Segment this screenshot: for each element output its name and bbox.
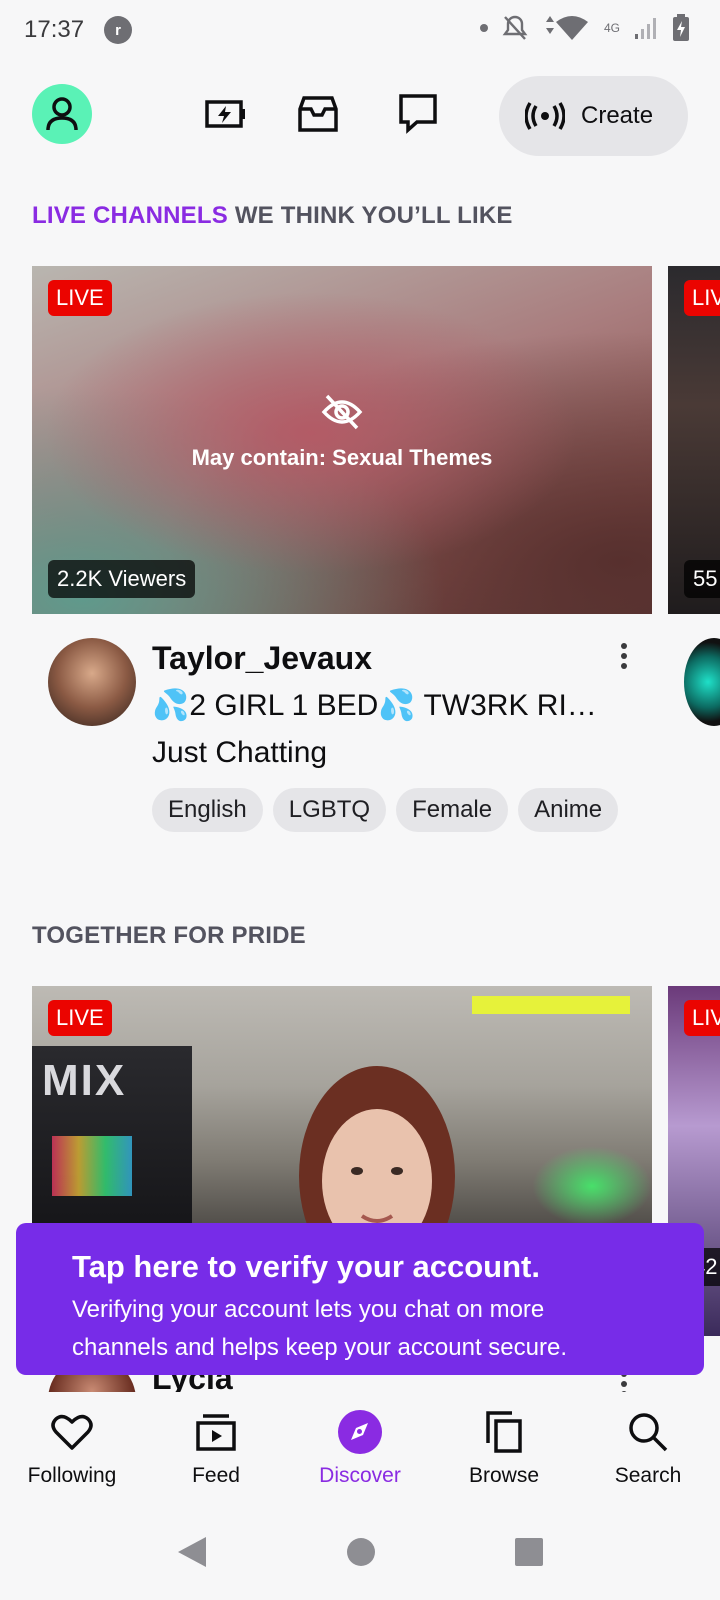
nav-label: Feed: [192, 1464, 240, 1487]
feed-icon: [196, 1414, 236, 1451]
create-button[interactable]: Create: [499, 76, 688, 156]
nav-following[interactable]: Following: [0, 1392, 144, 1504]
tag[interactable]: Female: [396, 788, 509, 832]
rgb-lights: [52, 1136, 132, 1196]
status-icons: 4G: [479, 14, 690, 42]
signal-icon: [635, 18, 656, 39]
back-icon[interactable]: [176, 1535, 208, 1569]
channel-avatar-peek[interactable]: [684, 638, 720, 726]
inbox-icon: [298, 96, 338, 132]
whispers-button[interactable]: [396, 92, 440, 136]
top-bar: Create: [0, 72, 720, 160]
broadcast-icon: [525, 102, 565, 130]
verify-account-banner[interactable]: Tap here to verify your account. Verifyi…: [16, 1223, 704, 1375]
nav-label: Browse: [468, 1464, 540, 1487]
recents-icon[interactable]: [514, 1537, 544, 1567]
status-bar: 17:37 r 4G: [0, 0, 720, 60]
tag[interactable]: Anime: [518, 788, 619, 832]
section-title-pride: TOGETHER FOR PRIDE: [32, 922, 306, 949]
viewer-count: 2.2K Viewers: [48, 560, 196, 598]
nav-discover[interactable]: Discover: [288, 1392, 432, 1504]
stream-category[interactable]: Just Chatting: [152, 736, 327, 770]
notifications-off-icon: [502, 15, 528, 40]
dot-icon: [479, 24, 488, 32]
home-icon[interactable]: [346, 1537, 376, 1567]
app-notification-icon: r: [104, 16, 133, 44]
system-navigation: [0, 1504, 720, 1600]
stream-title: 💦2 GIRL 1 BED💦 TW3RK RI…: [152, 689, 597, 722]
prime-loot-button[interactable]: [204, 92, 248, 136]
chat-bubble-icon: [399, 94, 437, 134]
heart-icon: [51, 1414, 93, 1450]
eye-off-icon: [321, 394, 363, 430]
viewer-count: 55: [684, 560, 720, 598]
content-warning-label: May contain: Sexual Themes: [191, 445, 493, 470]
content-warning: May contain: Sexual Themes: [32, 394, 652, 471]
nav-label: Search: [614, 1464, 682, 1487]
nav-browse[interactable]: Browse: [432, 1392, 576, 1504]
verify-body: Verifying your account lets you chat on …: [72, 1291, 704, 1367]
channel-name: Taylor_Jevaux: [152, 640, 372, 676]
network-type: 4G: [603, 21, 620, 35]
status-time: 17:37: [24, 16, 85, 43]
live-badge: LIV: [684, 1000, 720, 1036]
chat-overlay: [472, 996, 630, 1014]
user-icon: [46, 97, 78, 131]
search-icon: [629, 1413, 668, 1452]
nav-label: Discover: [319, 1464, 401, 1487]
more-options-button[interactable]: [610, 638, 638, 674]
stream-thumbnail-peek-1[interactable]: LIV 55: [668, 266, 720, 614]
streamer-image: [299, 1066, 455, 1236]
nav-search[interactable]: Search: [576, 1392, 720, 1504]
tag[interactable]: LGBTQ: [272, 788, 387, 832]
live-badge: LIV: [684, 280, 720, 316]
bottom-navigation: Following Feed Discover Browse Search: [0, 1392, 720, 1504]
live-badge: LIVE: [48, 1000, 112, 1036]
nav-label: Following: [27, 1464, 117, 1487]
inbox-button[interactable]: [296, 92, 340, 136]
green-light: [532, 1146, 652, 1226]
channel-info-1[interactable]: Taylor_Jevaux 💦2 GIRL 1 BED💦 TW3RK RI… J…: [48, 638, 648, 832]
nav-feed[interactable]: Feed: [144, 1392, 288, 1504]
battery-bolt-icon: [205, 100, 245, 128]
mix-sign: MIX: [42, 1056, 127, 1105]
verify-heading: Tap here to verify your account.: [72, 1249, 540, 1284]
tag[interactable]: English: [152, 788, 263, 832]
section-title-live-channels: LIVE CHANNELS WE THINK YOU’LL LIKE: [32, 202, 513, 230]
browse-icon: [486, 1411, 522, 1453]
create-label: Create: [581, 102, 654, 129]
battery-charging-icon: [673, 14, 689, 41]
channel-avatar[interactable]: [48, 638, 136, 726]
tag-list: English LGBTQ Female Anime: [152, 788, 619, 832]
verify-body-line-2: channels and helps keep your account sec…: [72, 1334, 567, 1361]
section-title-rest: WE THINK YOU’LL LIKE: [227, 202, 513, 229]
stream-thumbnail-1[interactable]: LIVE May contain: Sexual Themes 2.2K Vie…: [32, 266, 652, 614]
compass-icon: [338, 1410, 382, 1454]
section-title-accent: LIVE CHANNELS: [32, 202, 228, 229]
profile-avatar-button[interactable]: [32, 84, 92, 144]
stream-thumbnail-2[interactable]: MIX LIVE: [32, 986, 652, 1236]
live-badge: LIVE: [48, 280, 112, 316]
wifi-icon: [545, 16, 588, 40]
verify-body-line-1: Verifying your account lets you chat on …: [72, 1296, 545, 1323]
